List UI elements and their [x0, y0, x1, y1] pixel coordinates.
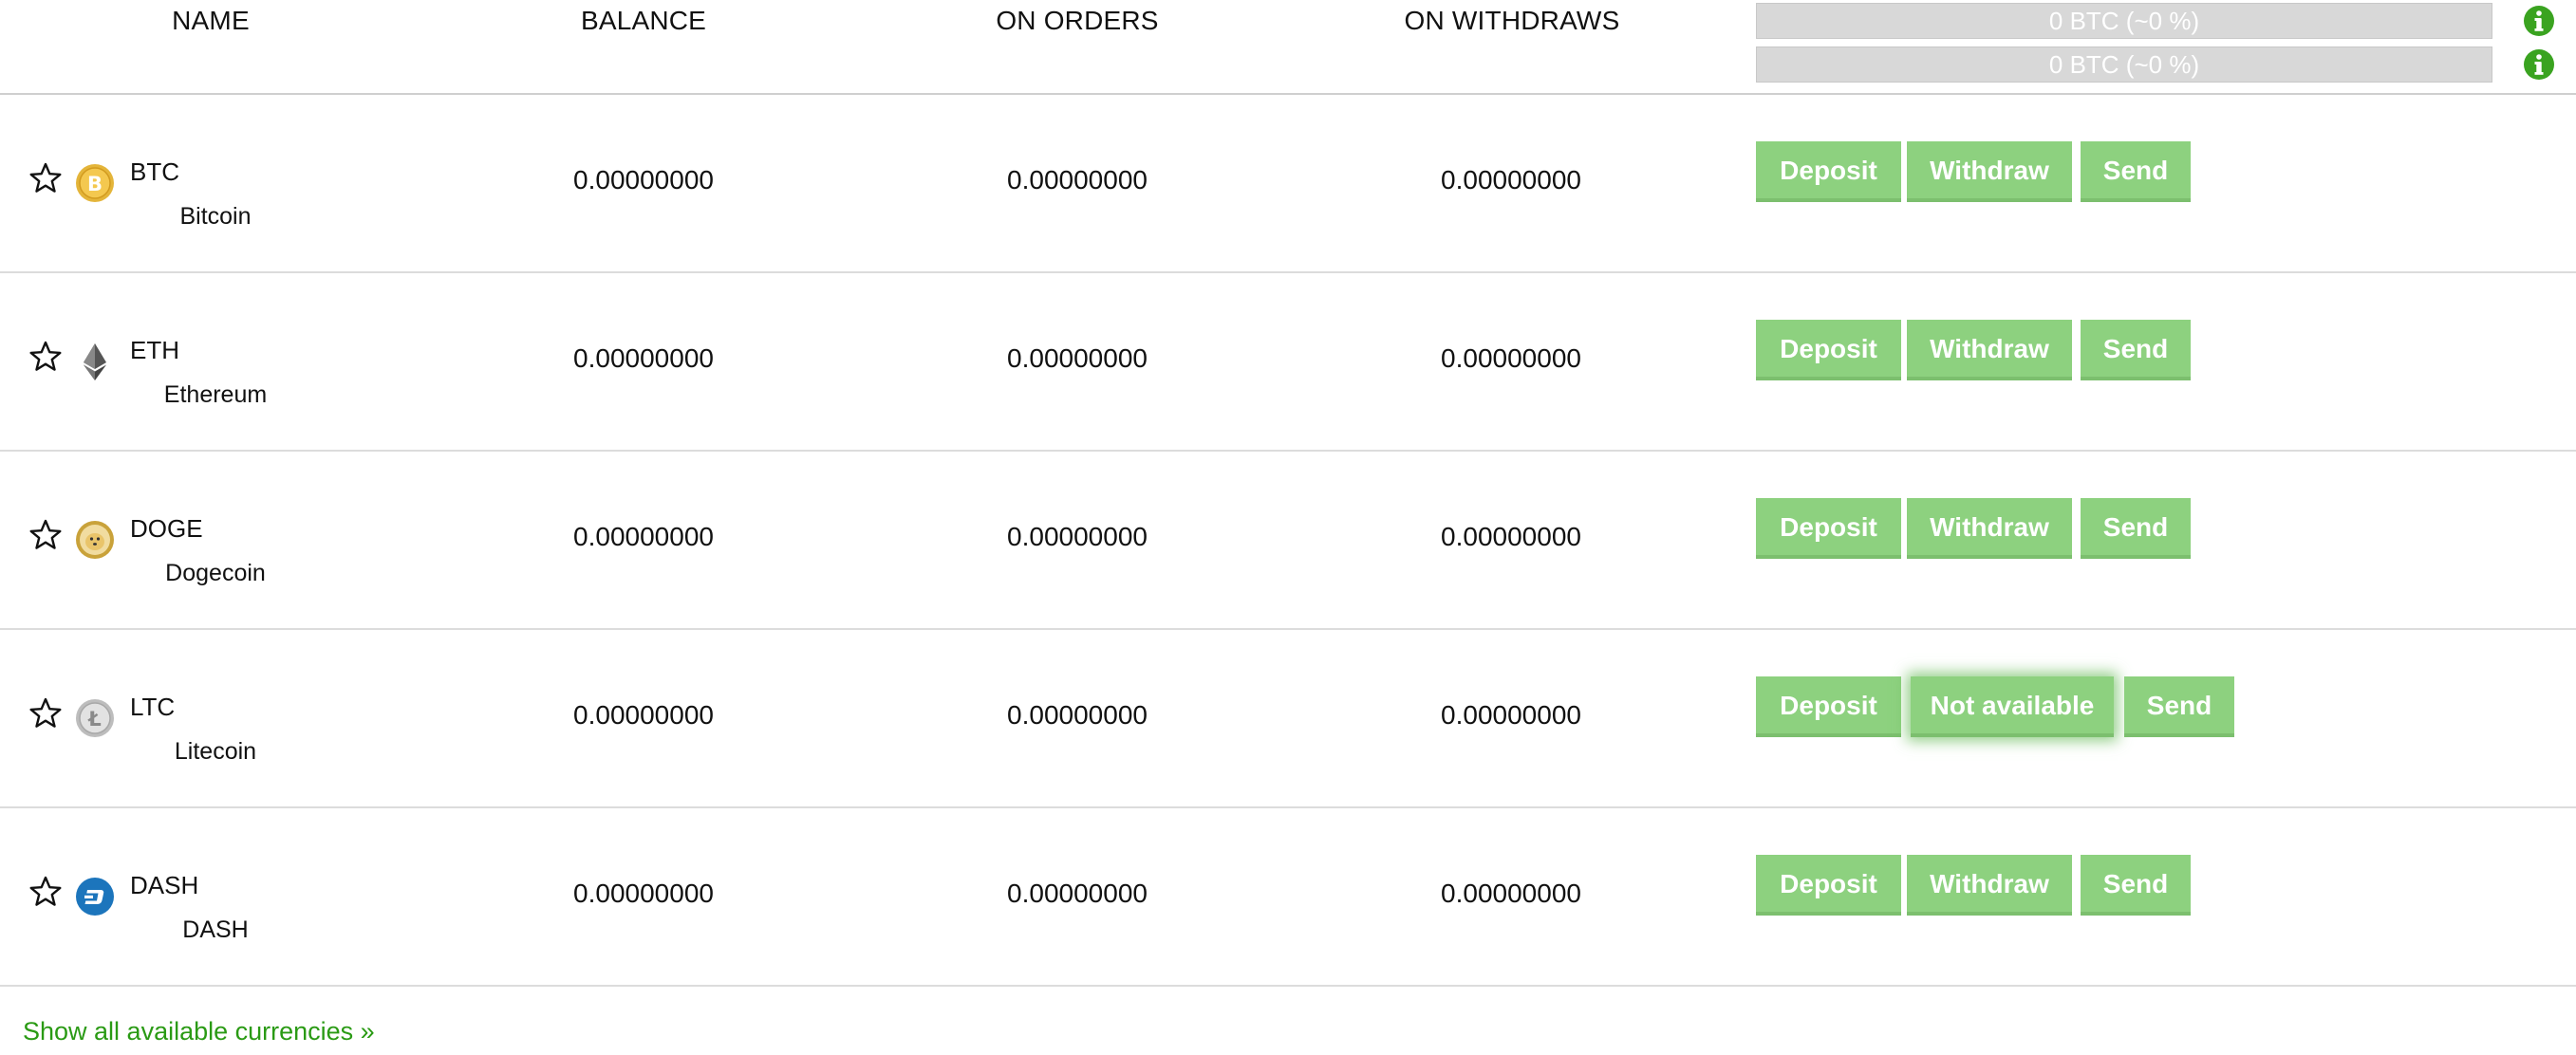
- show-all-currencies-link[interactable]: Show all available currencies »: [23, 1017, 375, 1046]
- on-withdraws-value: 0.00000000: [1441, 343, 1581, 373]
- deposit-button[interactable]: Deposit: [1756, 141, 1901, 202]
- currency-ticker: ETH: [130, 336, 179, 364]
- currency-row-dash: DASH DASH 0.00000000 0.00000000 0.000000…: [0, 808, 2576, 987]
- estimated-value-bar-secondary: 0 BTC (~0 %): [1756, 46, 2492, 83]
- send-button[interactable]: Send: [2081, 855, 2191, 916]
- balance-value: 0.00000000: [573, 165, 714, 194]
- send-button[interactable]: Send: [2081, 320, 2191, 380]
- column-header-balance[interactable]: BALANCE: [549, 6, 738, 36]
- info-icon[interactable]: [2523, 48, 2555, 81]
- on-withdraws-value: 0.00000000: [1441, 700, 1581, 730]
- deposit-button[interactable]: Deposit: [1756, 855, 1901, 916]
- favorite-star-icon[interactable]: [28, 340, 63, 374]
- svg-text:B: B: [87, 173, 103, 195]
- deposit-button[interactable]: Deposit: [1756, 498, 1901, 559]
- balance-value: 0.00000000: [573, 343, 714, 373]
- on-orders-value: 0.00000000: [1007, 879, 1148, 908]
- currency-name: Litecoin: [174, 738, 257, 765]
- deposit-button[interactable]: Deposit: [1756, 676, 1901, 737]
- deposit-button[interactable]: Deposit: [1756, 320, 1901, 380]
- currency-name: Dogecoin: [165, 560, 266, 586]
- currency-name: DASH: [182, 916, 249, 943]
- favorite-star-icon[interactable]: [28, 161, 63, 195]
- currency-row-eth: ETH Ethereum 0.00000000 0.00000000 0.000…: [0, 273, 2576, 452]
- withdraw-button[interactable]: Withdraw: [1907, 320, 2072, 380]
- wallet-balances-page: NAME BALANCE ON ORDERS ON WITHDRAWS 0 BT…: [0, 0, 2576, 1055]
- send-button[interactable]: Send: [2081, 498, 2191, 559]
- currency-ticker: DOGE: [130, 514, 203, 543]
- currency-name: Bitcoin: [179, 203, 252, 230]
- balances-table-header: NAME BALANCE ON ORDERS ON WITHDRAWS 0 BT…: [0, 0, 2576, 95]
- send-button[interactable]: Send: [2124, 676, 2234, 737]
- column-header-on-withdraws[interactable]: ON WITHDRAWS: [1365, 6, 1659, 36]
- on-orders-value: 0.00000000: [1007, 522, 1148, 551]
- currency-row-doge: DOGE Dogecoin 0.00000000 0.00000000 0.00…: [0, 452, 2576, 630]
- on-withdraws-value: 0.00000000: [1441, 165, 1581, 194]
- on-orders-value: 0.00000000: [1007, 165, 1148, 194]
- withdraw-not-available-button[interactable]: Not available: [1911, 676, 2114, 737]
- balance-value: 0.00000000: [573, 522, 714, 551]
- info-icon[interactable]: [2523, 5, 2555, 37]
- svg-text:Ł: Ł: [87, 708, 101, 731]
- currency-name: Ethereum: [163, 381, 268, 408]
- currency-ticker: BTC: [130, 157, 179, 186]
- estimated-value-bar: 0 BTC (~0 %): [1756, 3, 2492, 39]
- currency-ticker: LTC: [130, 693, 176, 721]
- dogecoin-icon: [76, 521, 114, 559]
- on-withdraws-value: 0.00000000: [1441, 879, 1581, 908]
- currency-ticker: DASH: [130, 871, 199, 899]
- bitcoin-icon: B: [76, 164, 114, 202]
- on-orders-value: 0.00000000: [1007, 700, 1148, 730]
- dash-icon: [76, 878, 114, 916]
- ethereum-icon: [84, 343, 106, 380]
- favorite-star-icon[interactable]: [28, 696, 63, 731]
- on-orders-value: 0.00000000: [1007, 343, 1148, 373]
- on-withdraws-value: 0.00000000: [1441, 522, 1581, 551]
- withdraw-button[interactable]: Withdraw: [1907, 141, 2072, 202]
- send-button[interactable]: Send: [2081, 141, 2191, 202]
- column-header-on-orders[interactable]: ON ORDERS: [982, 6, 1172, 36]
- column-header-name[interactable]: NAME: [116, 6, 306, 36]
- currency-row-ltc: Ł LTC Litecoin 0.00000000 0.00000000 0.0…: [0, 630, 2576, 808]
- withdraw-button[interactable]: Withdraw: [1907, 498, 2072, 559]
- balance-value: 0.00000000: [573, 879, 714, 908]
- withdraw-button[interactable]: Withdraw: [1907, 855, 2072, 916]
- currency-row-btc: B BTC Bitcoin 0.00000000 0.00000000 0.00…: [0, 95, 2576, 273]
- favorite-star-icon[interactable]: [28, 518, 63, 552]
- favorite-star-icon[interactable]: [28, 875, 63, 909]
- litecoin-icon: Ł: [76, 699, 114, 737]
- balance-value: 0.00000000: [573, 700, 714, 730]
